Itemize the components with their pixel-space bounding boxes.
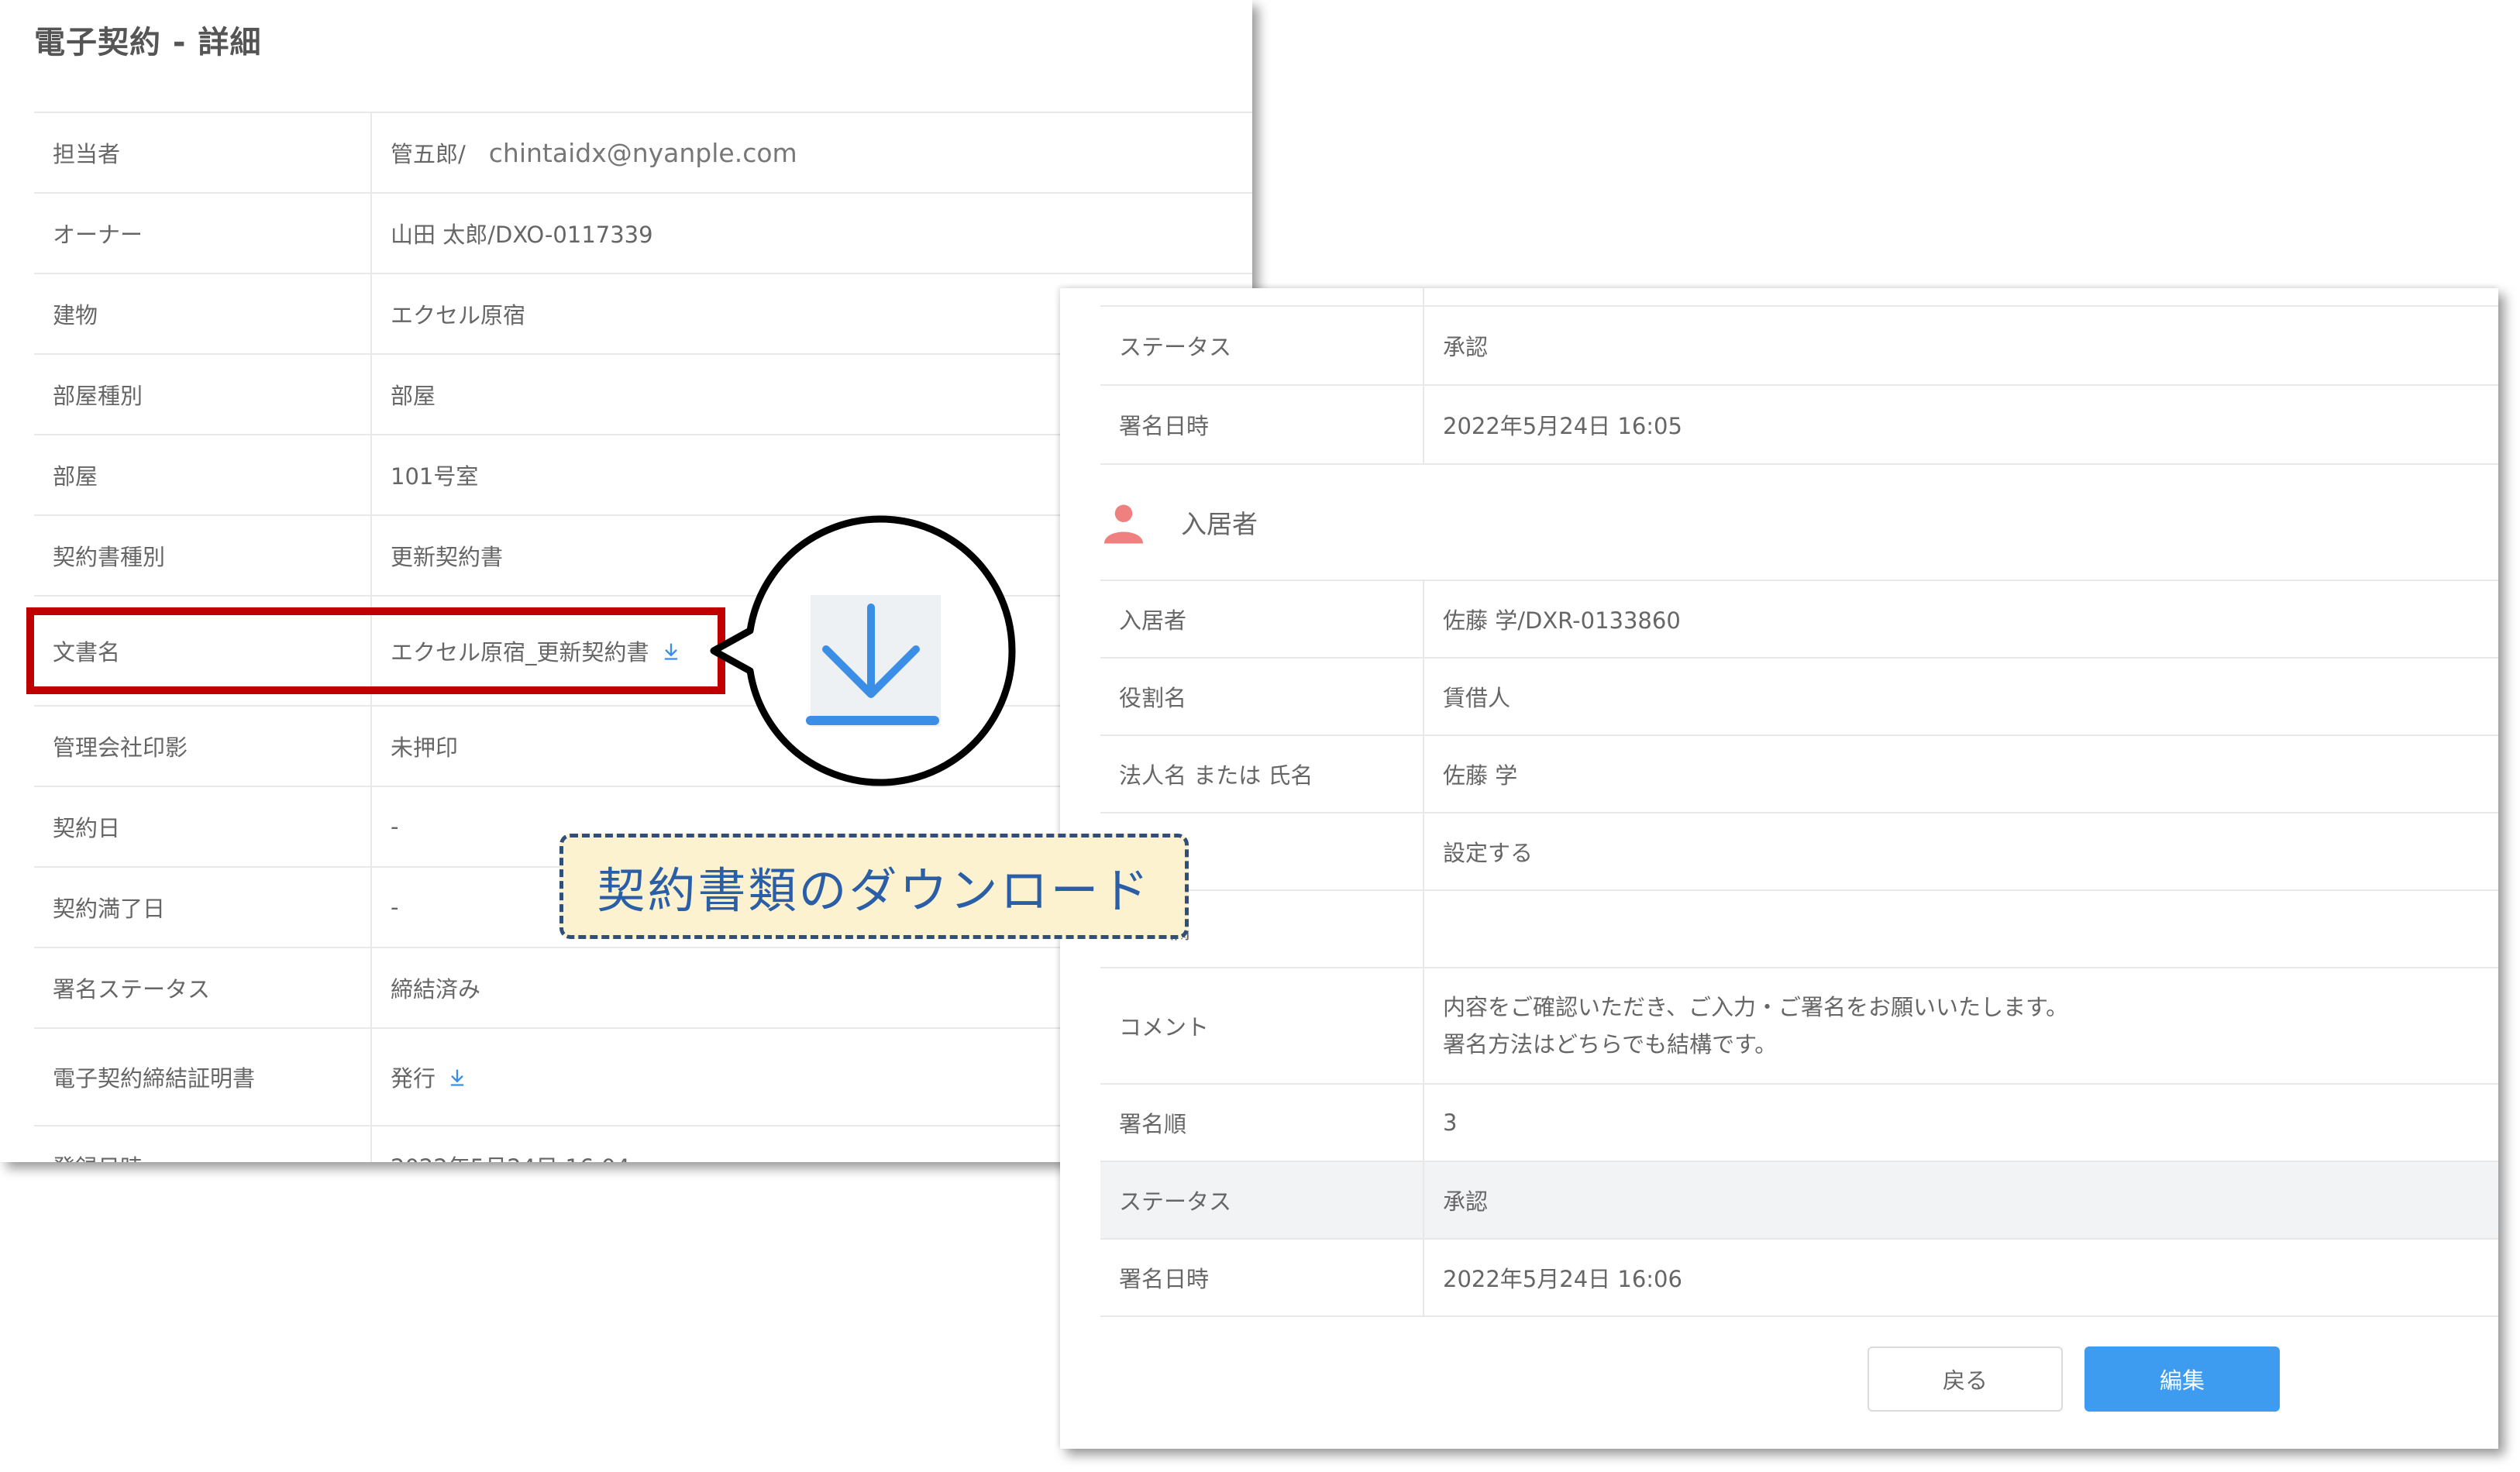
download-icon [806,595,941,727]
download-callout-bubble [710,515,1016,786]
callout-label: 契約書類のダウンロード [559,834,1189,939]
